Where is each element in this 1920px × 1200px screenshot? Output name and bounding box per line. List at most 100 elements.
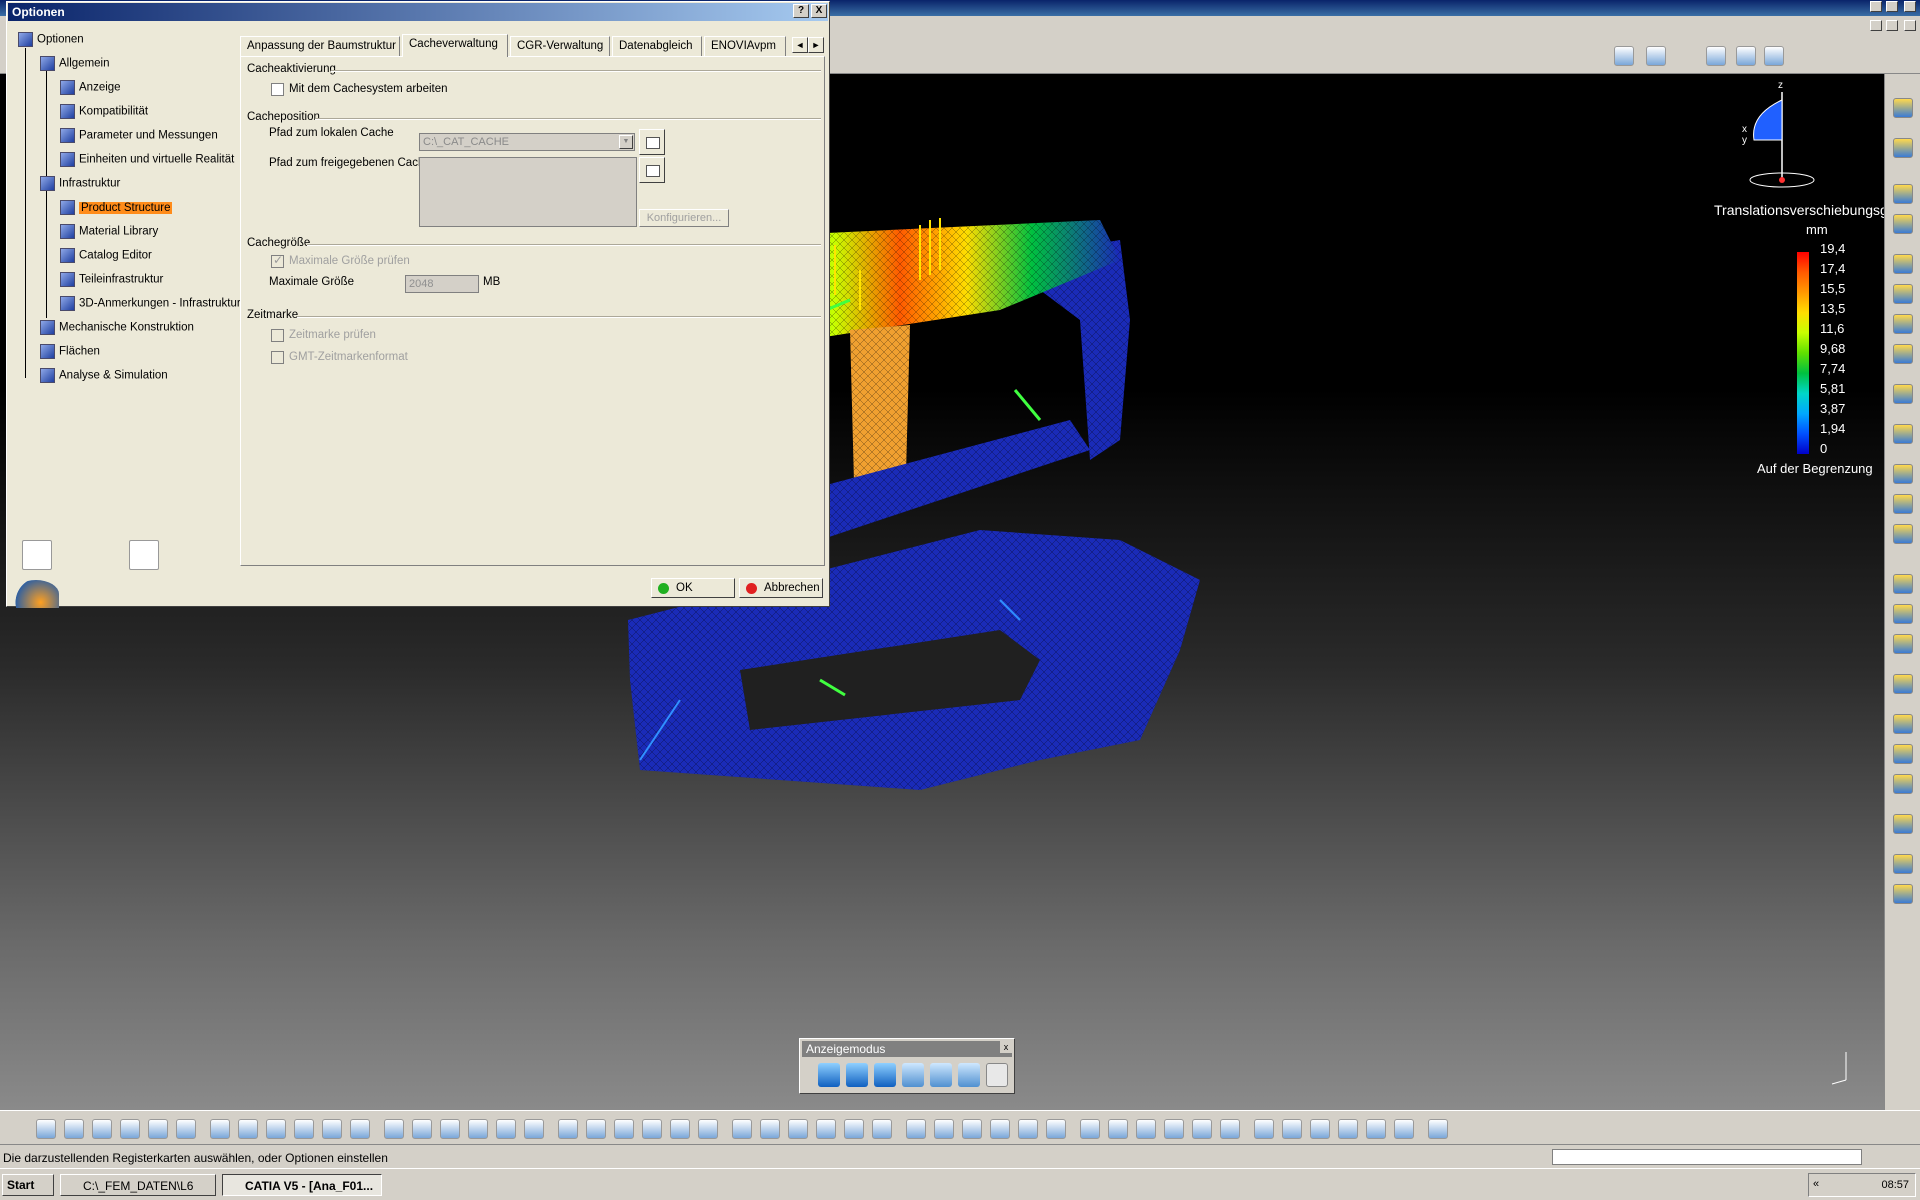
restraint-icon[interactable] — [1893, 384, 1913, 404]
tree-reset-icon[interactable] — [22, 540, 52, 570]
fastened-icon[interactable] — [1046, 1119, 1066, 1139]
rotate-icon[interactable] — [558, 1119, 578, 1139]
formula-icon[interactable] — [322, 1119, 342, 1139]
tree-item[interactable]: 3D-Anmerkungen - Infrastruktur — [60, 296, 241, 314]
anzeigemodus-close-button[interactable]: x — [1000, 1041, 1012, 1053]
tree-item[interactable]: Product Structure — [60, 200, 173, 218]
shared-cache-browse-icon[interactable] — [639, 157, 665, 183]
tree-item[interactable]: Einheiten und virtuelle Realität — [60, 152, 234, 170]
bolt-icon[interactable] — [1080, 1119, 1100, 1139]
hide-show-icon[interactable] — [760, 1119, 780, 1139]
tab-anpassung[interactable]: Anpassung der Baumstruktur — [240, 36, 400, 56]
catia-maximize-button[interactable] — [1886, 1, 1898, 12]
amplification-icon[interactable] — [1893, 884, 1913, 904]
taskbar-item-catia[interactable]: CATIA V5 - [Ana_F01... — [222, 1174, 382, 1196]
new-icon[interactable] — [36, 1119, 56, 1139]
historic-report-icon[interactable] — [1764, 46, 1784, 66]
tab-scroll-right-button[interactable]: ► — [808, 37, 824, 53]
tree-item[interactable]: Kompatibilität — [60, 104, 148, 122]
tab-scroll-left-button[interactable]: ◄ — [792, 37, 808, 53]
tree-item[interactable]: Analyse & Simulation — [40, 368, 168, 386]
pan-icon[interactable] — [524, 1119, 544, 1139]
analysis-icon[interactable] — [1893, 98, 1913, 118]
dialog-help-button[interactable]: ? — [793, 4, 809, 18]
report-icon[interactable] — [1706, 46, 1726, 66]
tree-item[interactable]: Allgemein — [40, 56, 110, 74]
shading-hidden-edges-icon[interactable] — [874, 1063, 896, 1087]
sensor-icon[interactable] — [1282, 1119, 1302, 1139]
grid-icon[interactable] — [1366, 1119, 1386, 1139]
taskbar-item-explorer[interactable]: C:\_FEM_DATEN\L6 — [60, 1174, 216, 1196]
rigid-icon[interactable] — [1018, 1119, 1038, 1139]
view-mode-icon[interactable] — [732, 1119, 752, 1139]
catia-icon[interactable] — [1428, 1119, 1448, 1139]
tree-item[interactable]: Infrastruktur — [40, 176, 120, 194]
tab-datenabgleich[interactable]: Datenabgleich — [612, 36, 702, 56]
advanced-report-icon[interactable] — [1736, 46, 1756, 66]
anzeigemodus-title[interactable]: Anzeigemodus — [802, 1041, 1012, 1057]
star-icon[interactable] — [1220, 1119, 1240, 1139]
tray-expand-button[interactable]: « — [1813, 1178, 1819, 1190]
beam-property-icon[interactable] — [1893, 314, 1913, 334]
tree-icon[interactable] — [1394, 1119, 1414, 1139]
anzeigemodus-toolbar[interactable]: Anzeigemodus x — [799, 1038, 1015, 1094]
paste-icon[interactable] — [210, 1119, 230, 1139]
tab-enoviavpm[interactable]: ENOVIAvpm — [704, 36, 786, 56]
dialog-close-button[interactable]: X — [811, 4, 827, 18]
tree-item[interactable]: Flächen — [40, 344, 100, 362]
save-icon[interactable] — [92, 1119, 112, 1139]
tree-item[interactable]: Optionen — [18, 32, 84, 50]
wireframe-mode-icon[interactable] — [930, 1063, 952, 1087]
gear-tool-icon[interactable] — [1136, 1119, 1156, 1139]
open-icon[interactable] — [64, 1119, 84, 1139]
shading-edges-mode-icon[interactable] — [846, 1063, 868, 1087]
cube-icon[interactable] — [1310, 1119, 1330, 1139]
user-connection-icon[interactable] — [1108, 1119, 1128, 1139]
mesh-part-icon[interactable] — [844, 1119, 864, 1139]
tab-cacheverwaltung[interactable]: Cacheverwaltung — [402, 34, 508, 57]
tree-export-icon[interactable] — [129, 540, 159, 570]
max-size-input[interactable]: 2048 — [405, 275, 479, 293]
timestamp-checkbox[interactable] — [271, 329, 284, 342]
hidden-line-mode-icon[interactable] — [958, 1063, 980, 1087]
seam-weld-icon[interactable] — [906, 1119, 926, 1139]
tree-item[interactable]: Parameter und Messungen — [60, 128, 218, 146]
undo-icon[interactable] — [238, 1119, 258, 1139]
tree-item[interactable]: Catalog Editor — [60, 248, 152, 266]
doc-close-button[interactable] — [1904, 20, 1916, 31]
smooth-virtual-part-icon[interactable] — [1893, 634, 1913, 654]
shading-mode-icon[interactable] — [818, 1063, 840, 1087]
compass-icon[interactable]: z x y — [1740, 80, 1820, 190]
cancel-button[interactable]: Abbrechen — [739, 578, 823, 598]
shared-cache-list[interactable] — [419, 157, 637, 227]
iso-view-icon[interactable] — [698, 1119, 718, 1139]
swap-visible-icon[interactable] — [788, 1119, 808, 1139]
local-cache-browse-icon[interactable] — [639, 129, 665, 155]
load-icon[interactable] — [1893, 464, 1913, 484]
multi-view-icon[interactable] — [670, 1119, 690, 1139]
zoom-in-icon[interactable] — [586, 1119, 606, 1139]
table-icon[interactable] — [384, 1119, 404, 1139]
mesh-tools-icon[interactable] — [816, 1119, 836, 1139]
cache-system-checkbox[interactable] — [271, 83, 284, 96]
start-button[interactable]: Start — [2, 1174, 54, 1196]
tree-item[interactable]: Mechanische Konstruktion — [40, 320, 194, 338]
normal-view-icon[interactable] — [642, 1119, 662, 1139]
redo-icon[interactable] — [266, 1119, 286, 1139]
tab-cgr-verwaltung[interactable]: CGR-Verwaltung — [510, 36, 610, 56]
catia-close-button[interactable] — [1904, 1, 1916, 12]
doc-minimize-button[interactable] — [1870, 20, 1882, 31]
custom-view-mode-icon[interactable] — [986, 1063, 1008, 1087]
animate-icon[interactable] — [1893, 814, 1913, 834]
select-arrow-icon[interactable] — [1893, 138, 1913, 158]
whats-this-icon[interactable] — [294, 1119, 314, 1139]
pressure-icon[interactable] — [1893, 494, 1913, 514]
fit-all-icon[interactable] — [496, 1119, 516, 1139]
info-icon[interactable] — [1254, 1119, 1274, 1139]
virtual-part-icon[interactable] — [1893, 574, 1913, 594]
zoom-out-icon[interactable] — [614, 1119, 634, 1139]
cut-icon[interactable] — [148, 1119, 168, 1139]
tree-item[interactable]: Teileinfrastruktur — [60, 272, 163, 290]
lamp-icon[interactable] — [1192, 1119, 1212, 1139]
property-icon[interactable] — [1893, 254, 1913, 274]
